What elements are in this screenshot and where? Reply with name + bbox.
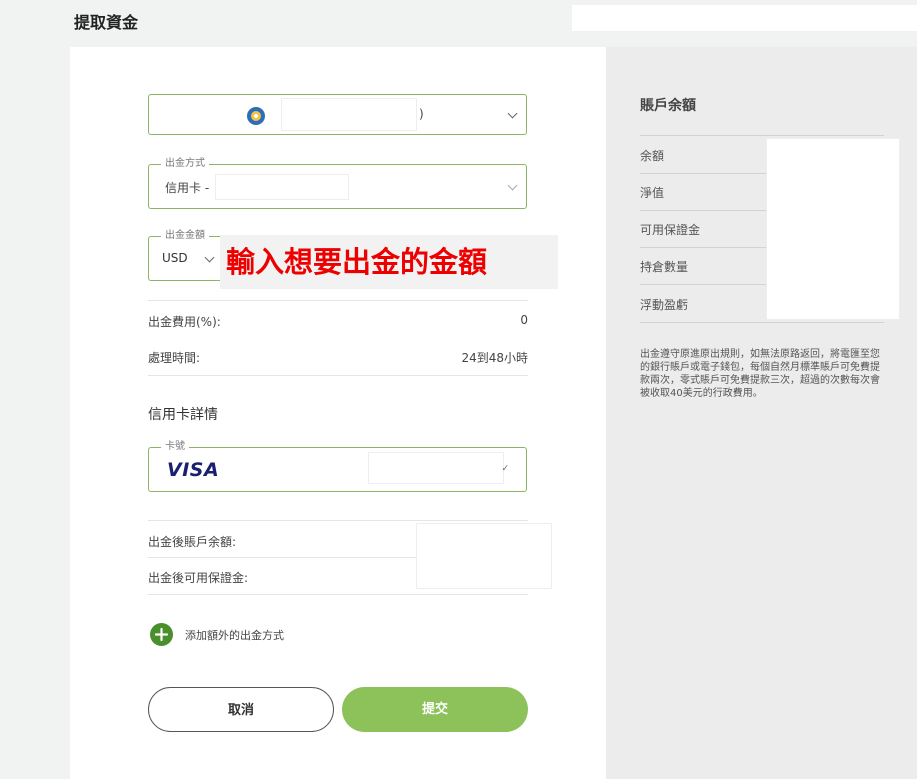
divider: [148, 520, 528, 521]
visa-logo: VISA: [167, 459, 220, 481]
card-number-select[interactable]: 卡號 VISA ✓: [148, 440, 527, 492]
account-select[interactable]: ): [148, 94, 527, 135]
after-values-redacted: [416, 523, 552, 589]
balance-row: 余額: [640, 149, 665, 163]
card-number-redacted: [368, 452, 504, 484]
method-detail-redacted: [215, 174, 349, 200]
account-number-redacted: [281, 98, 417, 131]
withdraw-rules-note: 出金遵守原進原出規則，如無法原路返回，將電匯至您的銀行賬戶或電子錢包，每個自然月…: [640, 349, 880, 399]
chevron-down-icon: [507, 108, 518, 118]
fee-row: 出金費用(%): 0: [148, 313, 528, 330]
top-search-bar[interactable]: [572, 5, 917, 31]
fee-label: 出金費用(%):: [148, 315, 221, 329]
page-title: 提取資金: [74, 13, 139, 32]
processing-time-row: 處理時間: 24到48小時: [148, 349, 528, 366]
withdraw-method-value: 信用卡 -: [165, 181, 210, 195]
margin-after-label: 出金後可用保證金:: [148, 571, 249, 585]
chevron-down-icon: [204, 252, 215, 262]
balance-after-label: 出金後賬戶余額:: [148, 535, 237, 549]
amount-hint-label: 輸入想要出金的金額: [220, 235, 558, 289]
add-method-label: 添加額外的出金方式: [185, 629, 284, 642]
fee-value: 0: [520, 313, 528, 327]
divider: [148, 300, 528, 301]
divider: [148, 594, 528, 595]
divider: [640, 135, 884, 136]
account-suffix: ): [419, 107, 424, 121]
account-balance-title: 賬戶余額: [640, 98, 696, 114]
currency-select[interactable]: USD: [162, 251, 188, 265]
plus-circle-icon: [150, 623, 173, 646]
withdraw-amount-legend: 出金金額: [161, 229, 209, 243]
withdraw-method-legend: 出金方式: [161, 157, 209, 171]
positions-row: 持倉數量: [640, 260, 689, 274]
card-number-legend: 卡號: [161, 440, 189, 454]
account-icon: [246, 106, 266, 126]
chevron-down-icon: [507, 180, 518, 190]
equity-row: 淨值: [640, 186, 665, 200]
card-details-heading: 信用卡詳情: [148, 407, 218, 423]
divider: [148, 375, 528, 376]
withdraw-form-panel: ) 出金方式 信用卡 - 出金金額 USD 出金費用(%): 0 處理時間: 2…: [70, 47, 606, 779]
account-balance-panel: 賬戶余額 余額 淨值 可用保證金 持倉數量 浮動盈虧 出金遵守原進原出規則，如無…: [606, 47, 917, 779]
cancel-button[interactable]: 取消: [148, 687, 334, 732]
check-icon: ✓: [501, 464, 509, 474]
balance-values-redacted: [766, 138, 900, 320]
processing-time-value: 24到48小時: [461, 351, 528, 365]
divider: [640, 322, 884, 323]
submit-button[interactable]: 提交: [342, 687, 528, 732]
withdraw-method-select[interactable]: 出金方式 信用卡 -: [148, 157, 527, 209]
floating-pl-row: 浮動盈虧: [640, 298, 689, 312]
free-margin-row: 可用保證金: [640, 223, 701, 237]
processing-time-label: 處理時間:: [148, 351, 201, 365]
